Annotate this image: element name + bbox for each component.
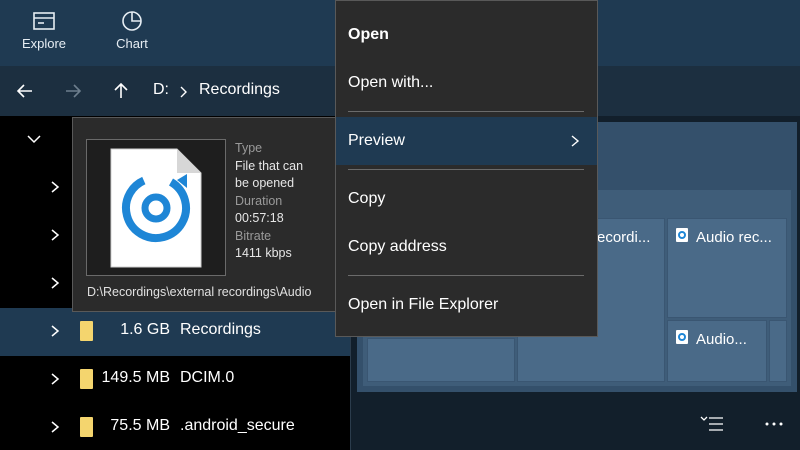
audio-file-icon xyxy=(676,330,688,344)
forward-arrow-icon[interactable] xyxy=(62,80,84,102)
file-preview-card: Type File that can be opened Duration 00… xyxy=(72,117,338,312)
menu-item-open-in-file-explorer[interactable]: Open in File Explorer xyxy=(336,281,597,329)
up-arrow-icon[interactable] xyxy=(110,80,132,102)
expand-chevron-icon[interactable] xyxy=(48,420,62,434)
folder-size: 1.6 GB xyxy=(120,321,170,338)
bitrate-value: 1411 kbps xyxy=(235,246,292,260)
explore-button[interactable]: Explore xyxy=(14,10,74,51)
context-menu: Open Open with... Preview Copy Copy addr… xyxy=(335,0,598,337)
tree-row-dcim[interactable]: 149.5 MB DCIM.0 xyxy=(0,356,350,404)
expand-chevron-icon[interactable] xyxy=(48,180,62,194)
folder-name: .android_secure xyxy=(180,417,295,434)
submenu-chevron-icon xyxy=(571,135,580,147)
chart-button[interactable]: Chart xyxy=(102,10,162,51)
audio-file-icon xyxy=(110,148,202,268)
treemap-cell[interactable] xyxy=(769,320,787,382)
folder-icon xyxy=(80,417,93,437)
treemap-label: ecordi... xyxy=(597,229,651,246)
menu-separator xyxy=(348,111,584,112)
menu-separator xyxy=(348,275,584,276)
type-value: File that can xyxy=(235,158,304,173)
tree-row-android-secure[interactable]: 75.5 MB .android_secure xyxy=(0,404,350,450)
folder-name: Recordings xyxy=(180,321,261,338)
folder-icon xyxy=(80,369,93,389)
audio-file-icon xyxy=(676,228,688,242)
duration-key: Duration xyxy=(235,193,283,208)
menu-item-open-with[interactable]: Open with... xyxy=(336,59,597,107)
folder-icon xyxy=(80,321,93,341)
menu-item-preview[interactable]: Preview xyxy=(336,117,597,165)
explore-icon xyxy=(33,12,55,30)
type-key: Type xyxy=(235,141,263,155)
explore-label: Explore xyxy=(21,36,67,51)
menu-item-open[interactable]: Open xyxy=(336,11,597,59)
chart-label: Chart xyxy=(116,36,148,51)
treemap-label-audio-rec: Audio rec... xyxy=(696,229,772,246)
collapse-chevron-icon[interactable] xyxy=(26,132,42,146)
expand-chevron-icon[interactable] xyxy=(48,228,62,242)
file-thumbnail xyxy=(86,139,226,276)
folder-size: 75.5 MB xyxy=(110,417,170,434)
bitrate-key: Bitrate xyxy=(235,228,272,243)
sort-list-icon[interactable] xyxy=(700,415,724,433)
folder-size: 149.5 MB xyxy=(101,369,170,386)
menu-item-copy-address[interactable]: Copy address xyxy=(336,223,597,271)
menu-separator xyxy=(348,169,584,170)
duration-value: 00:57:18 xyxy=(235,211,284,225)
breadcrumb-folder[interactable]: Recordings xyxy=(199,81,280,99)
type-value-cont: be opened xyxy=(235,176,295,190)
back-arrow-icon[interactable] xyxy=(14,80,36,102)
treemap-label-audio: Audio... xyxy=(696,331,747,348)
breadcrumb-chevron-icon xyxy=(180,86,187,98)
folder-name: DCIM.0 xyxy=(180,369,235,386)
tree-row-recordings[interactable]: 1.6 GB Recordings xyxy=(0,308,350,356)
pie-chart-icon xyxy=(122,11,142,31)
expand-chevron-icon[interactable] xyxy=(48,324,62,338)
menu-item-copy[interactable]: Copy xyxy=(336,175,597,223)
expand-chevron-icon[interactable] xyxy=(48,276,62,290)
file-properties: Type File that can be opened Duration 00… xyxy=(235,140,303,263)
breadcrumb-drive[interactable]: D: xyxy=(153,81,169,99)
more-options-icon[interactable] xyxy=(764,415,784,433)
treemap-cell[interactable] xyxy=(367,338,515,382)
menu-item-preview-label: Preview xyxy=(348,132,405,149)
file-path: D:\Recordings\external recordings\Audio xyxy=(87,285,312,299)
expand-chevron-icon[interactable] xyxy=(48,372,62,386)
